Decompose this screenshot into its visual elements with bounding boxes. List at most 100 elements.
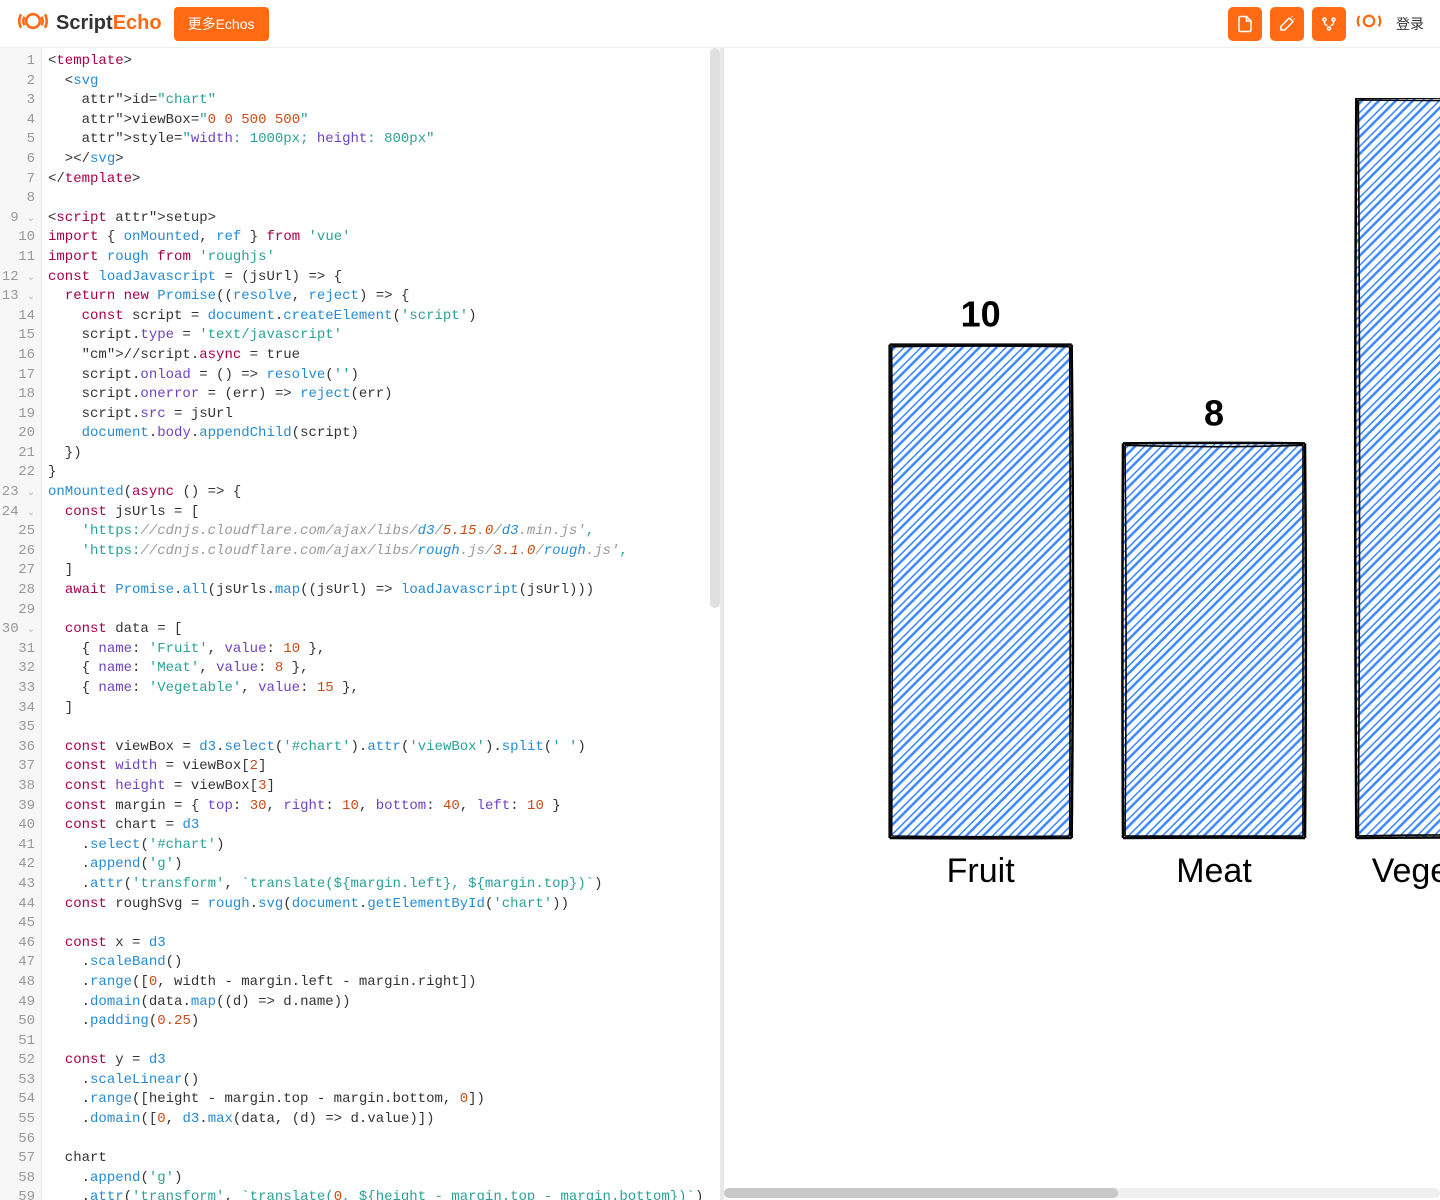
code-line[interactable]: { name: 'Vegetable', value: 15 }, xyxy=(48,679,720,699)
code-line[interactable] xyxy=(48,914,720,934)
line-number: 55 xyxy=(0,1110,35,1130)
line-number: 12 ⌄ xyxy=(0,268,35,288)
code-line[interactable]: script.onerror = (err) => reject(err) xyxy=(48,385,720,405)
line-number: 3 xyxy=(0,91,35,111)
line-number: 40 xyxy=(0,816,35,836)
bar-value-label: 10 xyxy=(961,294,1001,335)
code-line[interactable]: ></svg> xyxy=(48,150,720,170)
code-line[interactable]: onMounted(async () => { xyxy=(48,483,720,503)
line-number: 35 xyxy=(0,718,35,738)
code-line[interactable]: .padding(0.25) xyxy=(48,1012,720,1032)
code-line[interactable]: const loadJavascript = (jsUrl) => { xyxy=(48,268,720,288)
line-number: 4 xyxy=(0,111,35,131)
code-line[interactable]: .append('g') xyxy=(48,855,720,875)
code-line[interactable]: }) xyxy=(48,444,720,464)
code-line[interactable]: .select('#chart') xyxy=(48,836,720,856)
doc-icon[interactable] xyxy=(1228,7,1262,41)
code-line[interactable]: ] xyxy=(48,699,720,719)
code-line[interactable]: <template> xyxy=(48,52,720,72)
code-line[interactable]: const x = d3 xyxy=(48,934,720,954)
code-line[interactable]: .range([height - margin.top - margin.bot… xyxy=(48,1090,720,1110)
code-line[interactable] xyxy=(48,1032,720,1052)
code-line[interactable] xyxy=(48,189,720,209)
editor-scrollbar[interactable] xyxy=(710,48,720,608)
code-line[interactable]: const roughSvg = rough.svg(document.getE… xyxy=(48,895,720,915)
code-line[interactable] xyxy=(48,1130,720,1150)
line-number: 11 xyxy=(0,248,35,268)
line-number: 47 xyxy=(0,953,35,973)
app-header: ScriptEcho 更多Echos 登录 xyxy=(0,0,1440,48)
code-line[interactable]: const viewBox = d3.select('#chart').attr… xyxy=(48,738,720,758)
line-number: 30 ⌄ xyxy=(0,620,35,640)
code-line[interactable]: script.src = jsUrl xyxy=(48,405,720,425)
code-line[interactable]: <script attr">setup> xyxy=(48,209,720,229)
code-line[interactable]: { name: 'Fruit', value: 10 }, xyxy=(48,640,720,660)
code-line[interactable] xyxy=(48,601,720,621)
code-line[interactable]: 'https://cdnjs.cloudflare.com/ajax/libs/… xyxy=(48,542,720,562)
code-line[interactable]: const chart = d3 xyxy=(48,816,720,836)
code-line[interactable] xyxy=(48,718,720,738)
code-line[interactable]: 'https://cdnjs.cloudflare.com/ajax/libs/… xyxy=(48,522,720,542)
code-line[interactable]: const height = viewBox[3] xyxy=(48,777,720,797)
code-line[interactable]: const margin = { top: 30, right: 10, bot… xyxy=(48,797,720,817)
brand-logo[interactable]: ScriptEcho xyxy=(16,4,162,43)
code-line[interactable]: "cm">//script.async = true xyxy=(48,346,720,366)
wand-icon[interactable] xyxy=(1270,7,1304,41)
line-number: 48 xyxy=(0,973,35,993)
code-line[interactable]: attr">style="width: 1000px; height: 800p… xyxy=(48,130,720,150)
code-line[interactable]: attr">viewBox="0 0 500 500" xyxy=(48,111,720,131)
bar xyxy=(1123,443,1305,838)
line-number: 25 xyxy=(0,522,35,542)
code-line[interactable]: return new Promise((resolve, reject) => … xyxy=(48,287,720,307)
code-line[interactable]: script.onload = () => resolve('') xyxy=(48,366,720,386)
code-line[interactable]: const data = [ xyxy=(48,620,720,640)
preview-hscrollbar[interactable] xyxy=(724,1188,1440,1198)
line-number: 38 xyxy=(0,777,35,797)
code-line[interactable]: const script = document.createElement('s… xyxy=(48,307,720,327)
more-echos-button[interactable]: 更多Echos xyxy=(174,7,269,41)
code-line[interactable]: </template> xyxy=(48,170,720,190)
code-line[interactable]: import rough from 'roughjs' xyxy=(48,248,720,268)
code-line[interactable]: .domain(data.map((d) => d.name)) xyxy=(48,993,720,1013)
code-line[interactable]: script.type = 'text/javascript' xyxy=(48,326,720,346)
code-line[interactable]: const y = d3 xyxy=(48,1051,720,1071)
line-number: 17 xyxy=(0,366,35,386)
code-line[interactable]: await Promise.all(jsUrls.map((jsUrl) => … xyxy=(48,581,720,601)
code-line[interactable]: .scaleLinear() xyxy=(48,1071,720,1091)
line-number: 21 xyxy=(0,444,35,464)
line-number: 28 xyxy=(0,581,35,601)
code-line[interactable]: .attr('transform', `translate(${margin.l… xyxy=(48,875,720,895)
logo-small-icon[interactable] xyxy=(1354,6,1384,41)
code-line[interactable]: <svg xyxy=(48,72,720,92)
code-line[interactable]: const width = viewBox[2] xyxy=(48,757,720,777)
preview-pane: 10Fruit8Meat15Vegetable xyxy=(724,48,1440,1200)
code-line[interactable]: } xyxy=(48,463,720,483)
header-actions: 登录 xyxy=(1228,6,1424,41)
login-link[interactable]: 登录 xyxy=(1396,14,1424,34)
code-line[interactable]: .domain([0, d3.max(data, (d) => d.value)… xyxy=(48,1110,720,1130)
bar-category-label: Fruit xyxy=(947,852,1016,890)
line-number: 27 xyxy=(0,561,35,581)
code-line[interactable]: { name: 'Meat', value: 8 }, xyxy=(48,659,720,679)
line-number: 49 xyxy=(0,993,35,1013)
code-line[interactable]: import { onMounted, ref } from 'vue' xyxy=(48,228,720,248)
code-line[interactable]: chart xyxy=(48,1149,720,1169)
line-number: 24 ⌄ xyxy=(0,503,35,523)
code-line[interactable]: ] xyxy=(48,561,720,581)
code-line[interactable]: .attr('transform', `translate(0, ${heigh… xyxy=(48,1188,720,1200)
line-number: 59 xyxy=(0,1188,35,1200)
line-number: 16 xyxy=(0,346,35,366)
code-line[interactable]: const jsUrls = [ xyxy=(48,503,720,523)
code-line[interactable]: .scaleBand() xyxy=(48,953,720,973)
line-number: 50 xyxy=(0,1012,35,1032)
code-line[interactable]: .append('g') xyxy=(48,1169,720,1189)
code-area[interactable]: <template> <svg attr">id="chart" attr">v… xyxy=(42,48,720,1200)
line-number: 15 xyxy=(0,326,35,346)
code-line[interactable]: document.body.appendChild(script) xyxy=(48,424,720,444)
code-line[interactable]: attr">id="chart" xyxy=(48,91,720,111)
code-line[interactable]: .range([0, width - margin.left - margin.… xyxy=(48,973,720,993)
bar xyxy=(1356,98,1440,838)
branch-icon[interactable] xyxy=(1312,7,1346,41)
line-number: 56 xyxy=(0,1130,35,1150)
line-number: 31 xyxy=(0,640,35,660)
